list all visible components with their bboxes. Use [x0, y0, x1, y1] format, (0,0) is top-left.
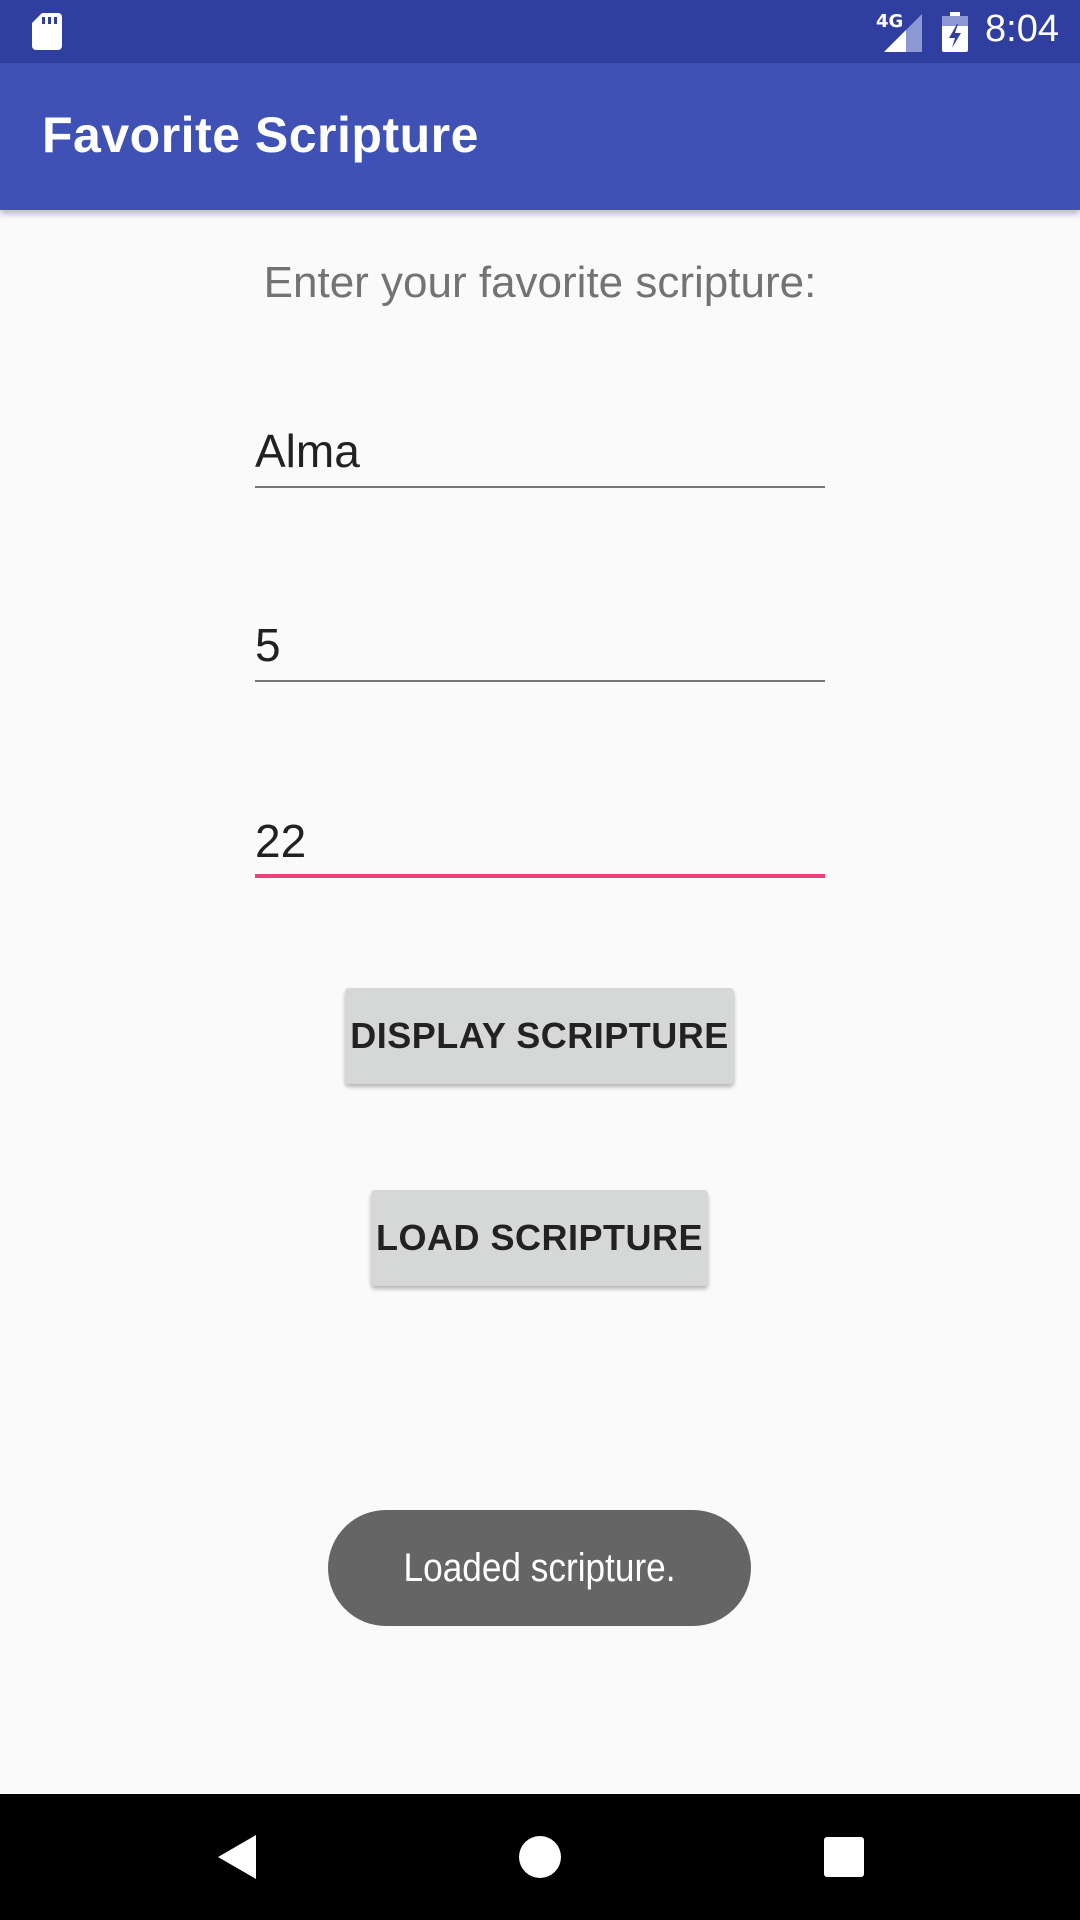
- back-icon[interactable]: [206, 1827, 266, 1887]
- battery-charging-icon: [942, 12, 968, 52]
- app-title: Favorite Scripture: [42, 107, 479, 163]
- sd-card-icon: [32, 13, 62, 50]
- chapter-input[interactable]: 5: [255, 610, 825, 682]
- chapter-input-underline: [255, 680, 825, 682]
- verse-input-value: 22: [255, 815, 307, 867]
- book-input[interactable]: Alma: [255, 416, 825, 488]
- toast-message: Loaded scripture.: [328, 1510, 751, 1626]
- home-icon[interactable]: [510, 1827, 570, 1887]
- verse-input-underline: [255, 874, 825, 878]
- status-clock: 8:04: [985, 8, 1059, 50]
- load-scripture-button[interactable]: LOAD SCRIPTURE: [371, 1190, 708, 1286]
- app-screen: 4G 8:04 Favorite Scripture Enter your fa…: [0, 0, 1080, 1920]
- network-type-label: 4G: [876, 11, 904, 32]
- chapter-input-value: 5: [255, 619, 281, 671]
- verse-input[interactable]: 22: [255, 806, 825, 878]
- status-bar: 4G 8:04: [0, 0, 1080, 63]
- recents-icon[interactable]: [814, 1827, 874, 1887]
- scripture-prompt: Enter your favorite scripture:: [263, 258, 817, 307]
- book-input-underline: [255, 486, 825, 488]
- app-bar: Favorite Scripture: [0, 63, 1080, 210]
- book-input-value: Alma: [255, 425, 360, 477]
- display-scripture-button[interactable]: DISPLAY SCRIPTURE: [345, 988, 734, 1084]
- toast-text: Loaded scripture.: [403, 1545, 676, 1590]
- navigation-bar: [0, 1794, 1080, 1920]
